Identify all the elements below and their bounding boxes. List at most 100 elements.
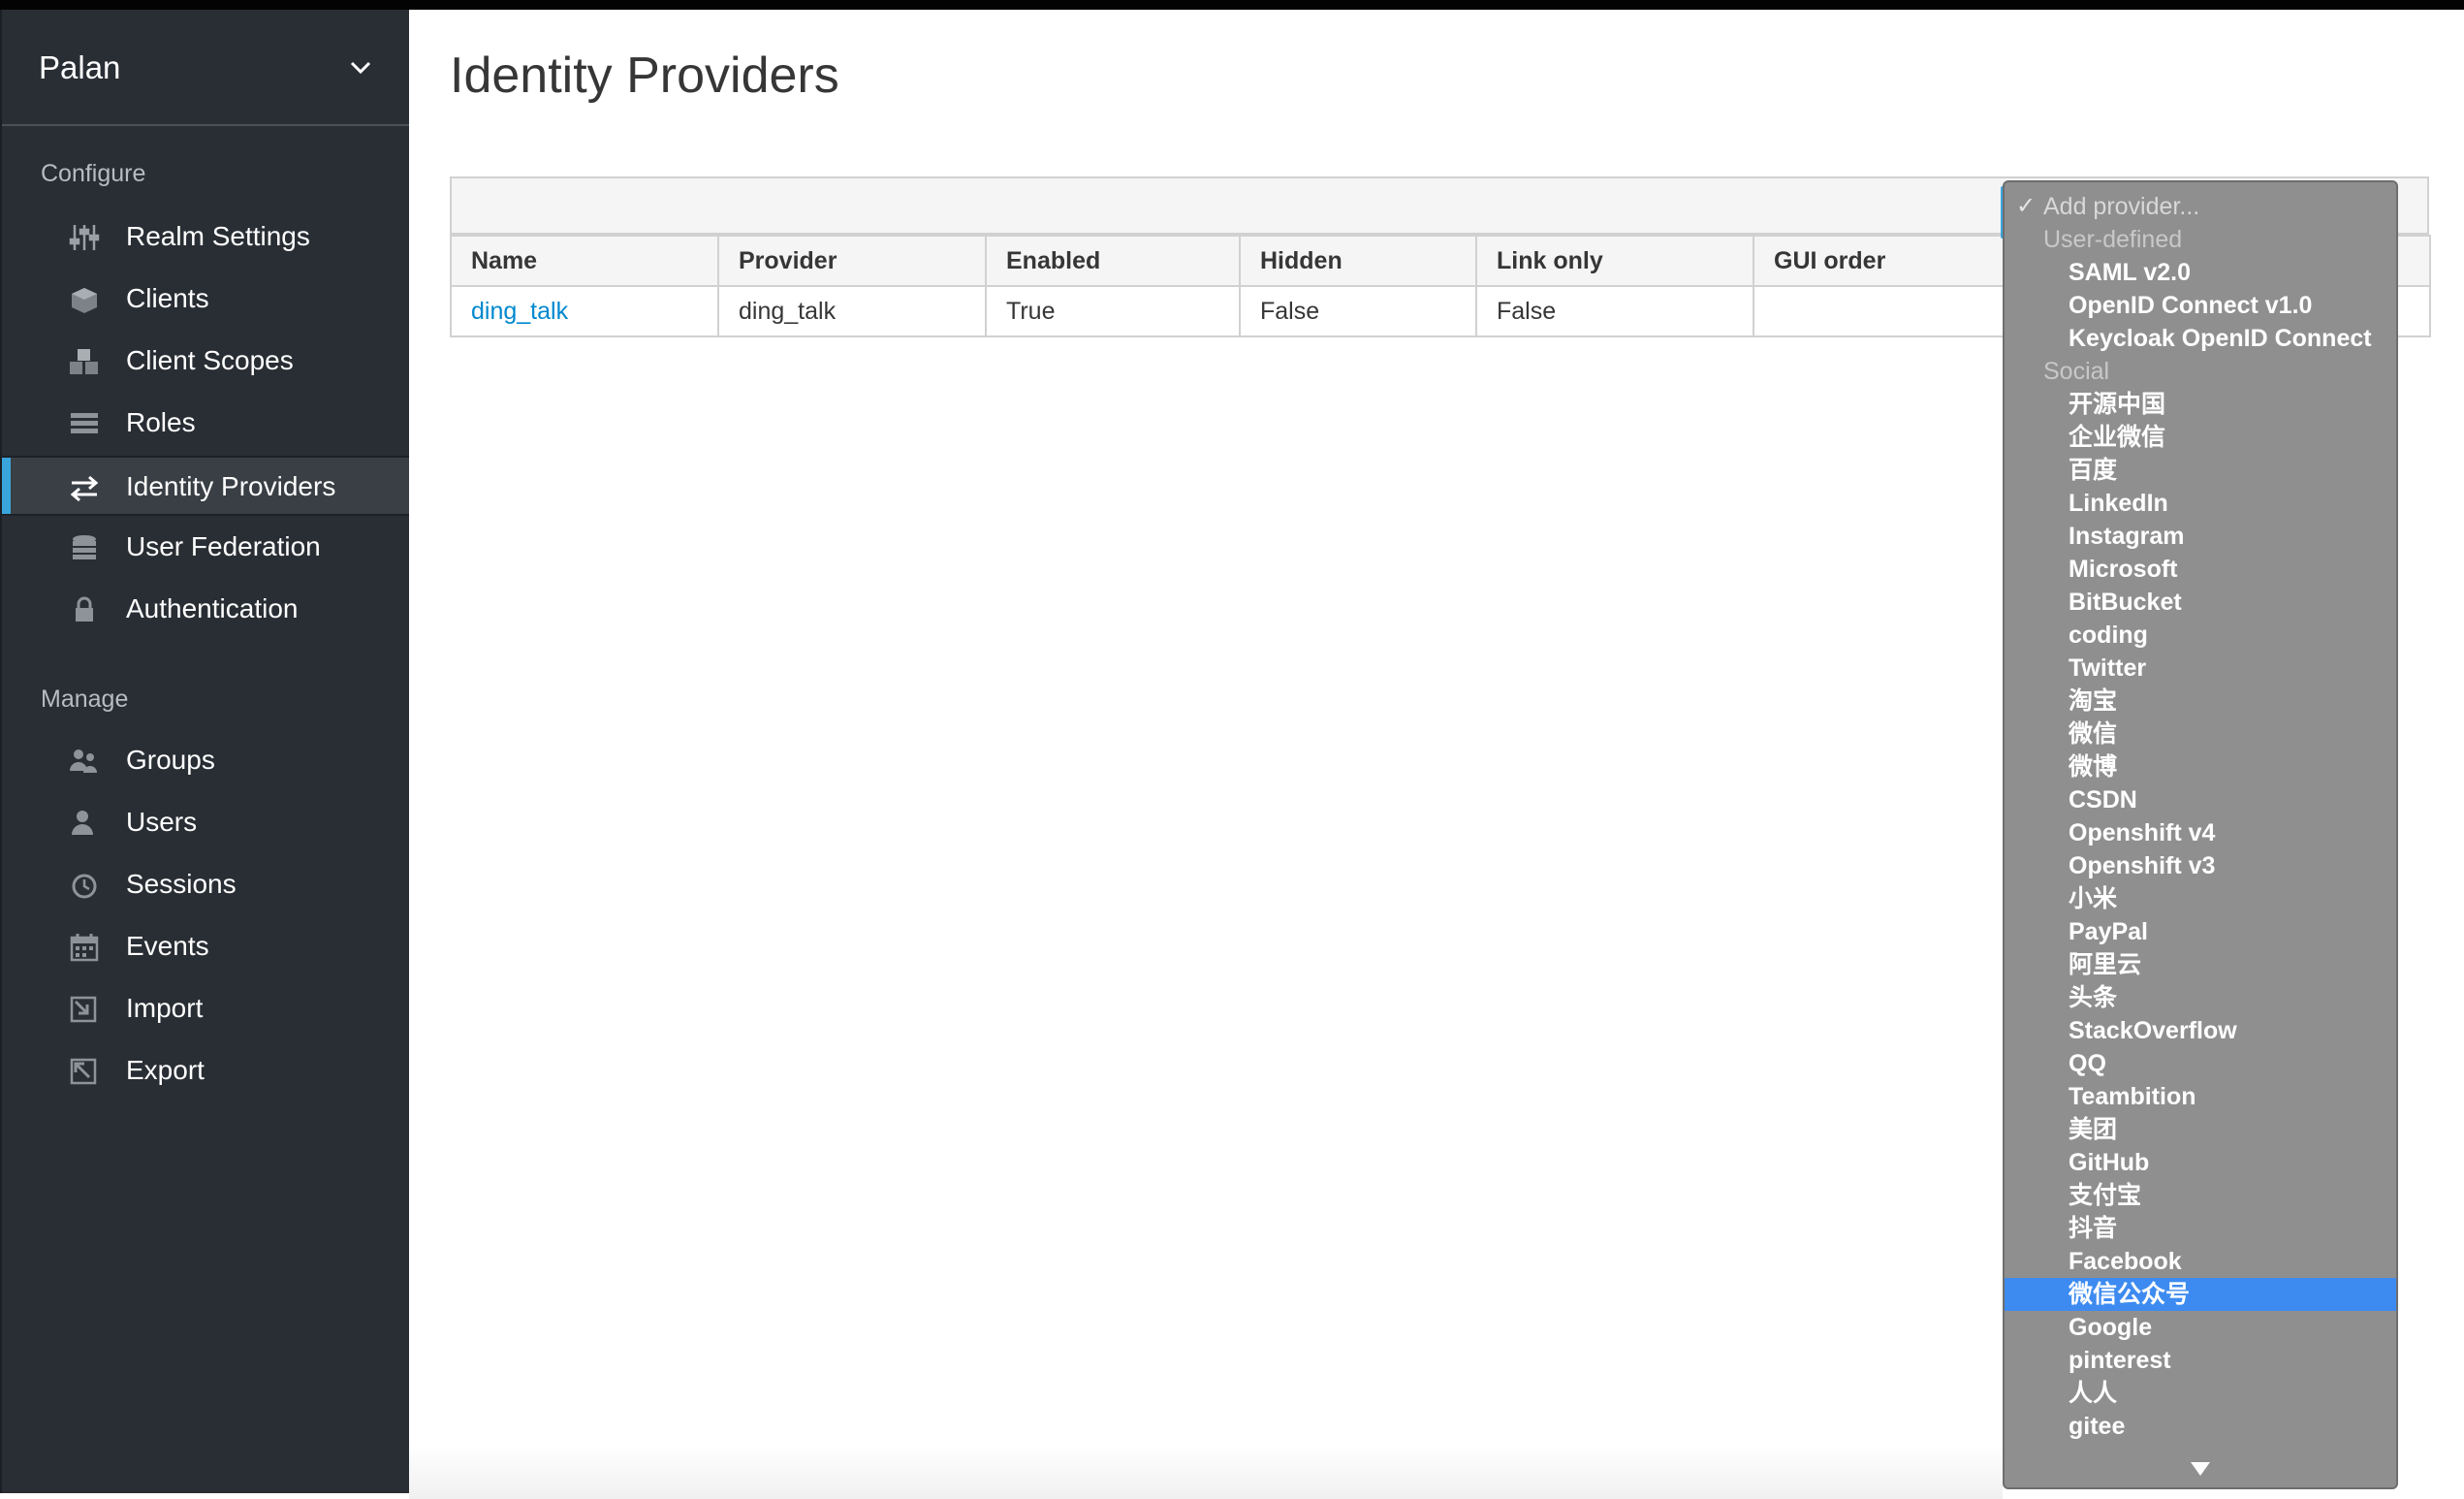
realm-name: Palan [39,49,121,85]
column-header-link-only[interactable]: Link only [1475,235,1754,287]
dropdown-option[interactable]: Google [2005,1311,2396,1344]
provider-name-link[interactable]: ding_talk [471,298,568,325]
dropdown-option[interactable]: Openshift v3 [2005,849,2396,882]
dropdown-option[interactable]: Instagram [2005,520,2396,553]
dropdown-option[interactable]: Microsoft [2005,553,2396,586]
sidebar-item-label: Authentication [126,593,299,623]
dropdown-group-header: Social [2043,358,2110,385]
lock-icon [76,596,93,622]
chevron-down-icon [350,61,371,75]
sidebar-item-label: Sessions [126,869,237,899]
dropdown-option[interactable]: CSDN [2005,783,2396,816]
sidebar-item-client-scopes[interactable]: Client Scopes [2,332,409,392]
dropdown-option[interactable]: 头条 [2005,981,2396,1014]
dropdown-option[interactable]: OpenID Connect v1.0 [2005,289,2396,322]
sidebar-item-realm-settings[interactable]: Realm Settings [2,207,409,268]
dropdown-option[interactable]: 百度 [2005,454,2396,487]
users-icon [70,750,97,773]
cell-provider: ding_talk [717,285,987,337]
cell-hidden: False [1239,285,1477,337]
sliders-icon [69,225,100,250]
clock-icon [72,874,97,899]
sidebar-item-users[interactable]: Users [2,793,409,853]
cell-link-only: False [1475,285,1754,337]
dropdown-option[interactable]: 开源中国 [2005,388,2396,421]
dropdown-option[interactable]: 美团 [2005,1113,2396,1146]
dropdown-option[interactable]: LinkedIn [2005,487,2396,520]
dropdown-option[interactable]: 人人 [2005,1377,2396,1410]
dropdown-placeholder-label: Add provider... [2043,193,2200,220]
column-header-hidden[interactable]: Hidden [1239,235,1477,287]
sidebar-item-authentication[interactable]: Authentication [2,580,409,640]
dropdown-option[interactable]: 支付宝 [2005,1179,2396,1212]
sidebar-item-identity-providers[interactable]: Identity Providers [2,456,409,516]
dropdown-option[interactable]: 小米 [2005,882,2396,915]
dropdown-option[interactable]: 微信 [2005,718,2396,750]
realm-selector[interactable]: Palan [2,10,409,126]
dropdown-option[interactable]: 阿里云 [2005,948,2396,981]
dropdown-group-header: User-defined [2043,226,2183,253]
sidebar-item-import[interactable]: Import [2,979,409,1039]
sidebar: Palan Configure Realm Settings Clients C… [0,10,409,1493]
dropdown-option[interactable]: BitBucket [2005,586,2396,619]
app-window: Palan Configure Realm Settings Clients C… [0,0,2464,1499]
sidebar-item-sessions[interactable]: Sessions [2,855,409,915]
checkmark-icon: ✓ [2016,193,2037,219]
sidebar-item-label: Users [126,807,198,837]
sidebar-item-label: Import [126,993,204,1023]
dropdown-option[interactable]: 淘宝 [2005,685,2396,718]
sidebar-item-label: Realm Settings [126,221,310,251]
column-header-name[interactable]: Name [450,235,719,287]
cubes-icon [70,349,98,374]
cell-name: ding_talk [450,285,719,337]
user-icon [72,811,93,835]
sidebar-item-events[interactable]: Events [2,917,409,977]
export-icon [70,1058,97,1085]
sidebar-item-label: Events [126,931,209,961]
cell-enabled: True [985,285,1241,337]
page-title: Identity Providers [450,48,839,104]
bottom-fade [409,1445,2003,1499]
sidebar-item-clients[interactable]: Clients [2,270,409,330]
sidebar-item-label: Client Scopes [126,345,294,375]
dropdown-option[interactable]: SAML v2.0 [2005,256,2396,289]
sidebar-item-roles[interactable]: Roles [2,394,409,454]
sidebar-item-label: Roles [126,407,196,437]
manage-section-title: Manage [41,686,129,713]
sidebar-item-export[interactable]: Export [2,1041,409,1101]
dropdown-option[interactable]: 微博 [2005,750,2396,783]
list-icon [71,413,98,433]
sidebar-item-label: User Federation [126,531,321,561]
dropdown-option[interactable]: 企业微信 [2005,421,2396,454]
sidebar-item-label: Export [126,1055,205,1085]
sidebar-item-label: Clients [126,283,209,313]
sidebar-item-user-federation[interactable]: User Federation [2,518,409,578]
dropdown-option[interactable]: pinterest [2005,1344,2396,1377]
sidebar-item-groups[interactable]: Groups [2,731,409,791]
dropdown-option[interactable]: coding [2005,619,2396,652]
dropdown-option[interactable]: Openshift v4 [2005,816,2396,849]
column-header-enabled[interactable]: Enabled [985,235,1241,287]
dropdown-option[interactable]: Keycloak OpenID Connect [2005,322,2396,355]
column-header-provider[interactable]: Provider [717,235,987,287]
dropdown-option[interactable]: GitHub [2005,1146,2396,1179]
configure-section-title: Configure [41,160,146,187]
add-provider-dropdown-list[interactable]: ✓ Add provider... User-defined SAML v2.0 O… [2003,180,2398,1489]
scroll-down-arrow-icon[interactable] [2191,1462,2210,1476]
dropdown-option[interactable]: QQ [2005,1047,2396,1080]
cube-icon [72,288,97,313]
dropdown-option[interactable]: gitee [2005,1410,2396,1443]
dropdown-option[interactable]: Teambition [2005,1080,2396,1113]
dropdown-option-placeholder[interactable]: ✓ Add provider... [2005,190,2396,223]
dropdown-option[interactable]: 抖音 [2005,1212,2396,1245]
sidebar-item-label: Groups [126,745,215,775]
top-bar [0,0,2464,10]
dropdown-option[interactable]: Facebook [2005,1245,2396,1278]
dropdown-option[interactable]: PayPal [2005,915,2396,948]
dropdown-option[interactable]: 微信公众号 [2005,1278,2396,1311]
sidebar-item-label: Identity Providers [126,471,336,501]
database-icon [73,535,96,559]
dropdown-option[interactable]: StackOverflow [2005,1014,2396,1047]
calendar-icon [70,934,99,962]
dropdown-option[interactable]: Twitter [2005,652,2396,685]
